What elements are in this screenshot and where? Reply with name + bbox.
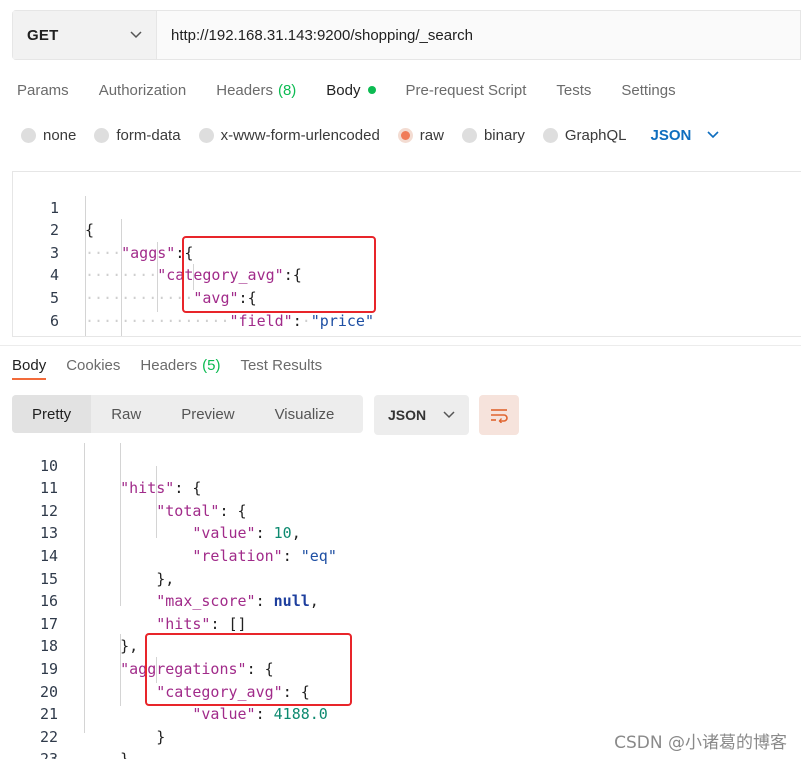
section-divider <box>0 345 801 346</box>
radio-label: none <box>43 126 77 144</box>
code-line: 3 ········"category_avg":{ <box>13 219 801 285</box>
line-number: 7 <box>19 332 59 336</box>
radio-x-www-form-urlencoded[interactable]: x-www-form-urlencoded <box>198 126 380 144</box>
code-line: 19 "category_avg": { <box>0 635 801 701</box>
watermark: CSDN @小诸葛的博客 <box>614 733 787 753</box>
response-view-tabs: Pretty Raw Preview Visualize <box>12 395 363 433</box>
body-type-options: none form-data x-www-form-urlencoded raw… <box>21 124 719 146</box>
radio-label: x-www-form-urlencoded <box>220 126 380 144</box>
request-tabs: Params Authorization Headers (8) Body Pre… <box>17 78 676 102</box>
tab-label: Authorization <box>98 81 187 99</box>
tab-authorization[interactable]: Authorization <box>99 82 187 99</box>
tab-label: Body <box>326 81 361 99</box>
code-line: 22 } <box>0 703 801 759</box>
radio-raw[interactable]: raw <box>397 126 444 144</box>
tab-body[interactable]: Body <box>326 81 376 99</box>
chevron-down-icon <box>707 131 719 139</box>
code-line: 6 ············} <box>13 287 801 336</box>
radio-label: raw <box>419 126 444 144</box>
response-format-label: JSON <box>388 407 427 423</box>
response-tabs: Body Cookies Headers (5) Test Results <box>12 353 322 380</box>
line-number: 23 <box>18 748 58 759</box>
radio-circle <box>21 127 36 143</box>
radio-circle <box>542 127 558 143</box>
tab-settings[interactable]: Settings <box>621 82 675 99</box>
code-line: 10 "hits": { <box>0 438 801 498</box>
body-indicator-dot <box>367 86 376 94</box>
radio-form-data[interactable]: form-data <box>94 126 181 144</box>
code-line: 12 "value": 10, <box>0 477 801 543</box>
code-line: 20 "value": 4188.0 <box>0 658 801 724</box>
code-line: 18 "aggregations": { <box>0 613 801 678</box>
response-format-select[interactable]: JSON <box>374 395 469 435</box>
code-line: 2 ····"aggs":{ <box>13 197 801 262</box>
tab-label: Headers <box>216 81 273 99</box>
method-label: GET <box>27 26 59 44</box>
code-line: 21 } <box>0 681 801 746</box>
response-tab-body[interactable]: Body <box>12 356 47 380</box>
code-line: 7 ········} <box>13 310 801 336</box>
tab-label: Pre-request Script <box>405 81 527 99</box>
tab-headers[interactable]: Headers (8) <box>216 82 296 99</box>
radio-circle <box>94 127 110 143</box>
brace: } <box>193 334 202 336</box>
wrap-lines-button[interactable] <box>479 395 519 435</box>
radio-binary[interactable]: binary <box>461 126 525 144</box>
radio-graphql[interactable]: GraphQL <box>542 126 627 144</box>
view-tab-preview[interactable]: Preview <box>161 395 254 433</box>
view-tab-visualize[interactable]: Visualize <box>255 395 355 433</box>
response-tab-headers[interactable]: Headers (5) <box>140 357 220 374</box>
radio-label: binary <box>483 126 525 144</box>
view-tab-raw[interactable]: Raw <box>91 395 161 433</box>
highlight-box-request <box>182 236 376 313</box>
tab-label: Settings <box>621 81 676 99</box>
radio-label: form-data <box>116 126 181 144</box>
code-line: 15 "max_score": null, <box>0 545 801 611</box>
chevron-down-icon <box>443 411 455 419</box>
url-input[interactable]: http://192.168.31.143:9200/shopping/_sea… <box>157 11 800 59</box>
tab-label: Params <box>17 81 69 99</box>
code-line: 16 "hits": [] <box>0 568 801 633</box>
highlight-box-response <box>145 633 352 706</box>
response-tab-test-results[interactable]: Test Results <box>240 357 322 374</box>
method-select[interactable]: GET <box>13 11 157 59</box>
radio-circle <box>198 127 214 143</box>
headers-count: (5) <box>202 356 221 374</box>
tab-label: Test Results <box>240 356 323 374</box>
tab-label: Headers <box>140 356 198 374</box>
tab-tests[interactable]: Tests <box>556 82 591 99</box>
tab-label: Tests <box>556 81 592 99</box>
tab-params[interactable]: Params <box>17 82 69 99</box>
body-format-select[interactable]: JSON <box>651 127 720 144</box>
request-body-editor[interactable]: 1 { 2 ····"aggs":{ 3 ········"category_a… <box>12 171 801 337</box>
tab-label: Body <box>12 356 47 374</box>
body-format-label: JSON <box>650 126 692 144</box>
response-tab-cookies[interactable]: Cookies <box>66 357 120 374</box>
radio-label: GraphQL <box>564 126 627 144</box>
code-text: } <box>84 748 129 759</box>
code-line: 11 "total": { <box>0 455 801 520</box>
radio-circle-checked <box>397 127 413 143</box>
radio-circle <box>461 127 477 143</box>
code-text: ············} <box>85 332 202 336</box>
wrap-lines-icon <box>491 409 508 423</box>
view-tab-pretty[interactable]: Pretty <box>12 395 92 433</box>
request-url-bar: GET http://192.168.31.143:9200/shopping/… <box>12 10 801 60</box>
chevron-down-icon <box>130 31 142 39</box>
code-line: 4 ············"avg":{ <box>13 242 801 307</box>
code-line: 17 }, <box>0 590 801 656</box>
headers-count: (8) <box>277 81 297 99</box>
code-line: 14 }, <box>0 522 801 588</box>
response-body-viewer[interactable]: 10 "hits": { 11 "total": { 12 "value": 1… <box>0 438 801 759</box>
tab-label: Cookies <box>66 356 121 374</box>
code-line: 1 { <box>13 174 801 240</box>
code-line: 13 "relation": "eq" <box>0 500 801 565</box>
radio-none[interactable]: none <box>21 127 76 144</box>
tab-pre-request-script[interactable]: Pre-request Script <box>406 82 527 99</box>
code-line: 5 ················"field":·"price" <box>13 264 801 330</box>
